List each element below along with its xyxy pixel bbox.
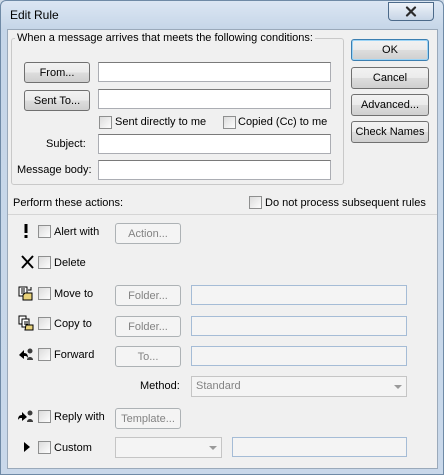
- alert-action-button[interactable]: Action...: [115, 223, 181, 244]
- subject-label: Subject:: [46, 138, 86, 150]
- method-dropdown[interactable]: Standard: [191, 376, 407, 397]
- move-folder-field[interactable]: [191, 285, 407, 305]
- reply-template-button[interactable]: Template...: [115, 408, 181, 429]
- close-button[interactable]: [388, 2, 434, 21]
- delete-checkbox[interactable]: [38, 256, 51, 269]
- sent-directly-checkbox[interactable]: [99, 116, 112, 129]
- conditions-group-label: When a message arrives that meets the fo…: [15, 32, 315, 44]
- alert-label: Alert with: [54, 226, 100, 238]
- from-button[interactable]: From...: [24, 62, 90, 83]
- play-arrow-icon: [24, 442, 30, 452]
- chevron-down-icon: [394, 385, 402, 389]
- advanced-button[interactable]: Advanced...: [351, 94, 429, 116]
- sent-directly-label: Sent directly to me: [115, 116, 207, 128]
- title-bar[interactable]: Edit Rule: [1, 1, 443, 29]
- forward-checkbox[interactable]: [38, 348, 51, 361]
- chevron-down-icon: [209, 446, 217, 450]
- from-field[interactable]: [98, 62, 331, 82]
- sent-to-field[interactable]: [98, 89, 331, 109]
- custom-field[interactable]: [232, 437, 407, 457]
- reply-checkbox[interactable]: [38, 410, 51, 423]
- custom-dropdown[interactable]: [115, 437, 222, 458]
- move-to-folder-icon: [18, 286, 33, 301]
- move-checkbox[interactable]: [38, 287, 51, 300]
- move-folder-button[interactable]: Folder...: [115, 285, 181, 306]
- alert-checkbox[interactable]: [38, 225, 51, 238]
- copy-checkbox[interactable]: [38, 317, 51, 330]
- method-label: Method:: [140, 380, 180, 392]
- check-names-button[interactable]: Check Names: [351, 121, 429, 143]
- ok-button[interactable]: OK: [351, 39, 429, 61]
- forward-to-field[interactable]: [191, 346, 407, 366]
- edit-rule-window: Edit Rule When a message arrives that me…: [0, 0, 444, 475]
- dialog-client-area: When a message arrives that meets the fo…: [7, 29, 438, 469]
- message-body-field[interactable]: [98, 160, 331, 180]
- do-not-process-label: Do not process subsequent rules: [265, 197, 426, 209]
- reply-icon: [18, 410, 33, 422]
- forward-label: Forward: [54, 349, 95, 361]
- forward-to-button[interactable]: To...: [115, 346, 181, 367]
- copied-cc-label: Copied (Cc) to me: [238, 116, 328, 128]
- window-title: Edit Rule: [10, 8, 59, 22]
- close-icon: [405, 6, 417, 17]
- method-value: Standard: [196, 380, 241, 392]
- custom-label: Custom: [54, 442, 92, 454]
- delete-x-icon: [21, 255, 34, 269]
- copy-to-folder-icon: [18, 315, 34, 331]
- forward-icon: [19, 348, 33, 360]
- copied-cc-checkbox[interactable]: [223, 116, 236, 129]
- actions-separator: [8, 214, 437, 215]
- actions-header: Perform these actions:: [13, 197, 124, 209]
- cancel-button[interactable]: Cancel: [351, 67, 429, 89]
- message-body-label: Message body:: [17, 164, 92, 176]
- copy-label: Copy to: [54, 318, 92, 330]
- copy-folder-button[interactable]: Folder...: [115, 316, 181, 337]
- copy-folder-field[interactable]: [191, 316, 407, 336]
- do-not-process-checkbox[interactable]: [249, 196, 262, 209]
- move-label: Move to: [54, 288, 94, 300]
- exclamation-icon: [24, 224, 28, 238]
- subject-field[interactable]: [98, 134, 331, 154]
- reply-label: Reply with: [54, 411, 105, 423]
- custom-checkbox[interactable]: [38, 441, 51, 454]
- sent-to-button[interactable]: Sent To...: [24, 90, 90, 111]
- delete-label: Delete: [54, 257, 86, 269]
